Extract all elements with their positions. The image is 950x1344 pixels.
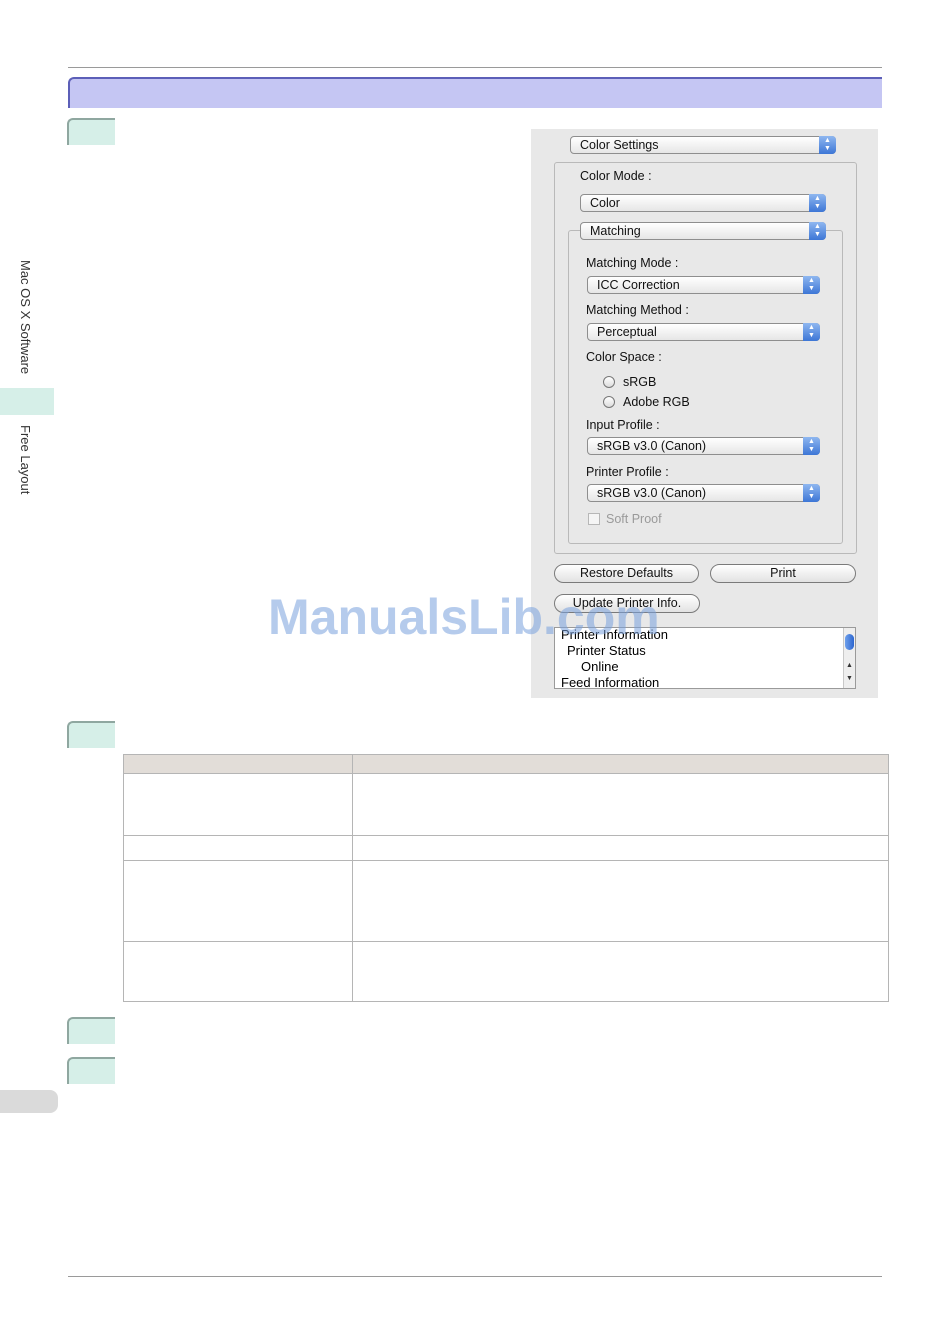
- header-rule: [68, 67, 882, 68]
- footer-rule: [68, 1276, 882, 1277]
- popup-arrows-icon: ▲ ▼: [803, 484, 820, 502]
- input-profile-popup[interactable]: sRGB v3.0 (Canon) ▲ ▼: [587, 437, 820, 455]
- matching-mode-popup[interactable]: ICC Correction ▲ ▼: [587, 276, 820, 294]
- matching-method-popup[interactable]: Perceptual ▲ ▼: [587, 323, 820, 341]
- print-button[interactable]: Print: [710, 564, 856, 583]
- table-cell: [352, 941, 889, 1002]
- table-header-row: [123, 754, 889, 774]
- popup-arrows-icon: ▲ ▼: [809, 222, 826, 240]
- side-tab-highlight: [0, 388, 54, 415]
- srgb-radio[interactable]: [603, 376, 615, 388]
- color-space-label: Color Space :: [586, 350, 662, 364]
- table-header-cell: [123, 754, 353, 774]
- step-marker-1: [67, 118, 115, 145]
- table-header-cell: [352, 754, 889, 774]
- section-header-bar: [68, 77, 882, 108]
- matching-mode-value: ICC Correction: [597, 278, 680, 292]
- step-marker-3: [67, 1017, 115, 1044]
- matching-mode-label: Matching Mode :: [586, 256, 679, 270]
- step-marker-4: [67, 1057, 115, 1084]
- input-profile-value: sRGB v3.0 (Canon): [597, 439, 707, 453]
- page-number-tab: [0, 1090, 58, 1113]
- scroll-thumb[interactable]: [845, 634, 854, 650]
- soft-proof-checkbox[interactable]: [588, 513, 600, 525]
- scroll-down-icon[interactable]: ▼: [844, 675, 855, 682]
- step-marker-2: [67, 721, 115, 748]
- color-mode-popup[interactable]: Color ▲ ▼: [580, 194, 826, 212]
- popup-arrows-icon: ▲ ▼: [803, 276, 820, 294]
- matching-popup[interactable]: Matching ▲ ▼: [580, 222, 826, 240]
- popup-arrows-icon: ▲ ▼: [809, 194, 826, 212]
- printer-profile-label: Printer Profile :: [586, 465, 669, 479]
- table-cell: [123, 835, 353, 861]
- adobe-rgb-radio-label[interactable]: Adobe RGB: [623, 395, 690, 409]
- table-row: [123, 860, 889, 942]
- list-item[interactable]: Online: [581, 659, 619, 674]
- list-scrollbar[interactable]: ▲ ▼: [843, 628, 855, 688]
- watermark: ManualsLib.com: [268, 589, 660, 645]
- table-cell: [352, 860, 889, 942]
- side-section-label[interactable]: Free Layout: [18, 425, 33, 494]
- adobe-rgb-radio[interactable]: [603, 396, 615, 408]
- printer-profile-popup[interactable]: sRGB v3.0 (Canon) ▲ ▼: [587, 484, 820, 502]
- popup-arrows-icon: ▲ ▼: [803, 437, 820, 455]
- popup-arrows-icon: ▲ ▼: [819, 136, 836, 154]
- table-cell: [123, 860, 353, 942]
- table-cell: [352, 773, 889, 836]
- table-row: [123, 835, 889, 861]
- matching-method-value: Perceptual: [597, 325, 657, 339]
- soft-proof-label: Soft Proof: [606, 512, 662, 526]
- matching-method-label: Matching Method :: [586, 303, 689, 317]
- table-cell: [352, 835, 889, 861]
- panel-select-popup[interactable]: Color Settings ▲ ▼: [570, 136, 836, 154]
- color-mode-label: Color Mode :: [580, 169, 652, 183]
- table-cell: [123, 941, 353, 1002]
- color-mode-value: Color: [590, 196, 620, 210]
- restore-defaults-button[interactable]: Restore Defaults: [554, 564, 699, 583]
- list-item[interactable]: Feed Information: [561, 675, 659, 688]
- popup-arrows-icon: ▲ ▼: [803, 323, 820, 341]
- matching-value: Matching: [590, 224, 641, 238]
- settings-table: [123, 754, 889, 1002]
- table-cell: [123, 773, 353, 836]
- input-profile-label: Input Profile :: [586, 418, 660, 432]
- scroll-up-icon[interactable]: ▲: [844, 662, 855, 669]
- table-row: [123, 941, 889, 1002]
- panel-select-value: Color Settings: [580, 138, 659, 152]
- side-chapter-label[interactable]: Mac OS X Software: [18, 260, 33, 374]
- srgb-radio-label[interactable]: sRGB: [623, 375, 656, 389]
- table-row: [123, 773, 889, 836]
- printer-profile-value: sRGB v3.0 (Canon): [597, 486, 707, 500]
